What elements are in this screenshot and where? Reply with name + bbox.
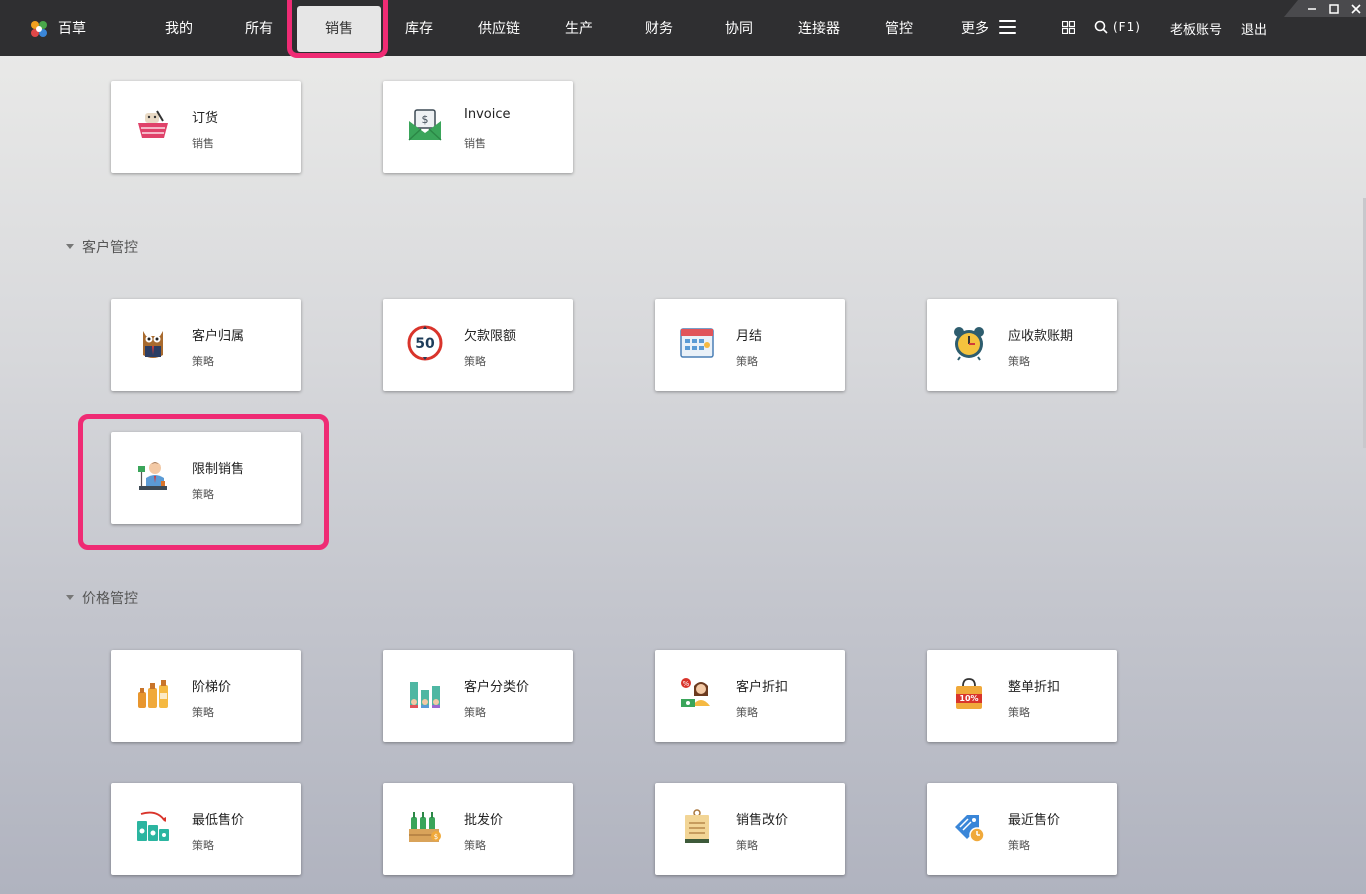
card-title: 最近售价 — [1008, 813, 1061, 828]
card-subtitle: 策略 — [1008, 706, 1030, 719]
search-shortcut-hint: (F1) — [1113, 20, 1141, 34]
nav-item-finance[interactable]: 财务 — [645, 18, 673, 38]
top-nav-bar: 百草 我的 所有 销售 库存 供应链 生产 财务 协同 连接器 管控 更多 (F… — [0, 0, 1366, 56]
app-card-recent-price[interactable]: 最近售价 策略 — [927, 783, 1117, 875]
app-card-order-discount[interactable]: 10% 整单折扣 策略 — [927, 650, 1117, 742]
card-title: 月结 — [736, 329, 763, 344]
card-subtitle: 策略 — [464, 839, 486, 852]
card-title: 销售改价 — [736, 813, 789, 828]
card-highlight-box — [78, 414, 329, 550]
card-title: Invoice — [464, 107, 511, 122]
app-card-customer-discount[interactable]: % 客户折扣 策略 — [655, 650, 845, 742]
app-card-invoice[interactable]: $ Invoice 销售 — [383, 81, 573, 173]
svg-text:50: 50 — [415, 336, 435, 352]
card-title: 客户归属 — [192, 329, 245, 344]
nav-item-mine[interactable]: 我的 — [165, 18, 193, 38]
nav-item-inventory[interactable]: 库存 — [405, 18, 433, 38]
bottles-icon — [138, 680, 168, 708]
card-subtitle: 销售 — [192, 137, 214, 150]
card-subtitle: 销售 — [464, 137, 486, 150]
card-subtitle: 策略 — [464, 355, 486, 368]
app-card-customer-ownership[interactable]: 客户归属 策略 — [111, 299, 301, 391]
app-card-sales-price-change[interactable]: 销售改价 策略 — [655, 783, 845, 875]
card-subtitle: 策略 — [464, 706, 486, 719]
app-logo-icon — [31, 21, 47, 37]
card-title: 客户折扣 — [736, 680, 789, 695]
section-header-price-control[interactable]: 价格管控 — [66, 588, 138, 608]
nav-item-production[interactable]: 生产 — [565, 18, 593, 38]
minimize-icon[interactable] — [1304, 0, 1320, 17]
app-card-monthly-settlement[interactable]: 月结 策略 — [655, 299, 845, 391]
window-controls — [1284, 0, 1366, 17]
search-icon[interactable] — [1094, 20, 1108, 34]
svg-text:10%: 10% — [959, 694, 978, 703]
card-title: 应收款账期 — [1008, 329, 1074, 344]
card-subtitle: 策略 — [192, 839, 214, 852]
app-card-order[interactable]: 订货 销售 — [111, 81, 301, 173]
collapse-caret-icon — [66, 594, 74, 600]
wholesale-crate-icon: $ — [409, 812, 441, 842]
svg-text:%: % — [683, 680, 690, 688]
nav-highlight-box — [287, 0, 388, 58]
svg-text:$: $ — [422, 113, 429, 126]
section-title: 价格管控 — [82, 591, 138, 607]
card-title: 批发价 — [464, 813, 504, 828]
app-card-wholesale-price[interactable]: $ 批发价 策略 — [383, 783, 573, 875]
card-subtitle: 策略 — [1008, 839, 1030, 852]
invoice-envelope-icon: $ — [408, 109, 442, 141]
card-subtitle: 策略 — [736, 355, 758, 368]
card-title: 欠款限额 — [464, 329, 517, 344]
maximize-icon[interactable] — [1326, 0, 1342, 17]
card-subtitle: 策略 — [736, 706, 758, 719]
discount-bag-icon: 10% — [956, 678, 982, 709]
card-subtitle: 策略 — [736, 839, 758, 852]
grid-icon[interactable] — [1062, 21, 1075, 34]
app-card-lowest-price[interactable]: 最低售价 策略 — [111, 783, 301, 875]
recent-price-icon — [955, 815, 985, 843]
close-icon[interactable] — [1348, 0, 1364, 17]
card-subtitle: 策略 — [192, 355, 214, 368]
logout-link[interactable]: 退出 — [1241, 19, 1267, 38]
app-card-tiered-price[interactable]: 阶梯价 策略 — [111, 650, 301, 742]
nav-item-supply-chain[interactable]: 供应链 — [478, 18, 520, 38]
app-brand-name: 百草 — [58, 21, 86, 37]
collapse-caret-icon — [66, 243, 74, 249]
app-card-debt-limit[interactable]: 50 欠款限额 策略 — [383, 299, 573, 391]
card-title: 订货 — [192, 111, 219, 126]
nav-item-more[interactable]: 更多 — [961, 18, 989, 38]
nav-item-connector[interactable]: 连接器 — [798, 18, 840, 38]
limit-50-sign-icon: 50 — [407, 325, 443, 361]
card-title: 整单折扣 — [1008, 680, 1061, 695]
account-link[interactable]: 老板账号 — [1170, 19, 1222, 38]
section-title: 客户管控 — [82, 240, 138, 256]
card-subtitle: 策略 — [1008, 355, 1030, 368]
menu-icon[interactable] — [999, 20, 1016, 34]
customer-groups-icon — [410, 682, 440, 708]
nav-item-collaboration[interactable]: 协同 — [725, 18, 753, 38]
app-card-customer-category-price[interactable]: 客户分类价 策略 — [383, 650, 573, 742]
price-tag-icon — [685, 809, 709, 843]
customer-discount-icon: % — [681, 678, 710, 707]
card-title: 客户分类价 — [464, 680, 530, 695]
card-title: 最低售价 — [192, 813, 245, 828]
card-title: 阶梯价 — [192, 680, 232, 695]
nav-item-control[interactable]: 管控 — [885, 18, 913, 38]
svg-text:$: $ — [434, 833, 438, 841]
card-subtitle: 策略 — [192, 706, 214, 719]
shopping-basket-icon — [138, 110, 168, 138]
owl-manager-icon — [143, 331, 163, 358]
lowest-price-icon — [137, 811, 169, 841]
section-header-customer-control[interactable]: 客户管控 — [66, 237, 138, 257]
calendar-icon — [680, 328, 714, 358]
app-card-receivable-term[interactable]: 应收款账期 策略 — [927, 299, 1117, 391]
nav-item-all[interactable]: 所有 — [245, 18, 273, 38]
alarm-clock-icon — [954, 327, 984, 361]
